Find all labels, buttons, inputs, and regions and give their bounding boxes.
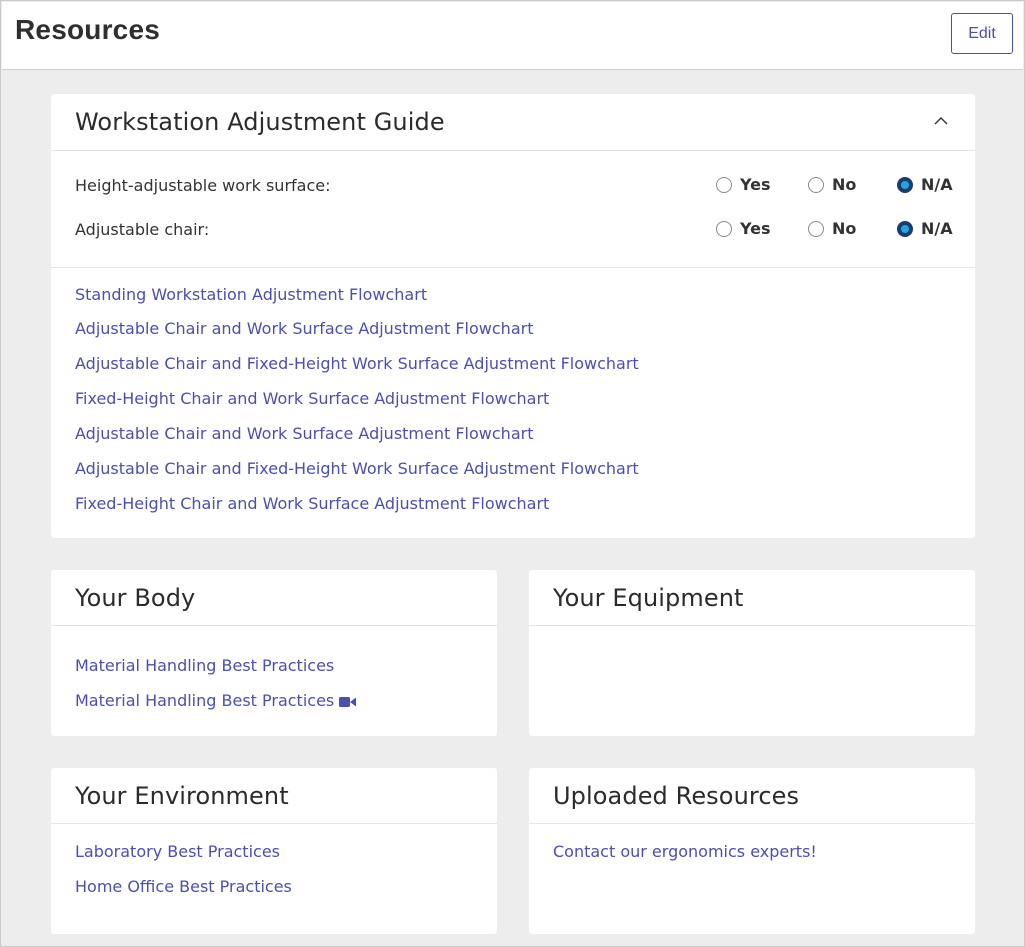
radio-label: Yes bbox=[740, 219, 771, 238]
radio-button[interactable] bbox=[808, 176, 824, 193]
card-divider bbox=[51, 267, 975, 268]
resource-link[interactable]: Home Office Best Practices bbox=[75, 877, 292, 896]
radio-button[interactable] bbox=[716, 220, 732, 237]
workstation-guide-title: Workstation Adjustment Guide bbox=[75, 108, 445, 136]
radio-button-selected[interactable] bbox=[897, 220, 913, 237]
your-body-title: Your Body bbox=[75, 584, 196, 612]
your-environment-title: Your Environment bbox=[75, 782, 289, 810]
your-equipment-title: Your Equipment bbox=[553, 584, 744, 612]
page-header: Resources Edit bbox=[2, 2, 1023, 70]
resource-link[interactable]: Laboratory Best Practices bbox=[75, 842, 280, 861]
flowchart-link[interactable]: Adjustable Chair and Work Surface Adjust… bbox=[75, 424, 533, 443]
uploaded-resources-title: Uploaded Resources bbox=[553, 782, 800, 810]
flowchart-link[interactable]: Adjustable Chair and Fixed-Height Work S… bbox=[75, 459, 639, 478]
radio-label: Yes bbox=[740, 175, 771, 194]
card-divider bbox=[51, 150, 975, 151]
radio-option-chair-na[interactable]: N/A bbox=[897, 219, 953, 238]
radio-label: N/A bbox=[921, 175, 953, 194]
radio-label: N/A bbox=[921, 219, 953, 238]
radio-label: No bbox=[832, 219, 857, 238]
edit-button[interactable]: Edit bbox=[951, 13, 1013, 54]
flowchart-link[interactable]: Adjustable Chair and Work Surface Adjust… bbox=[75, 319, 533, 338]
radio-option-chair-no[interactable]: No bbox=[808, 219, 856, 238]
page-title: Resources bbox=[15, 14, 160, 45]
flowchart-link[interactable]: Fixed-Height Chair and Work Surface Adju… bbox=[75, 389, 549, 408]
flowchart-link[interactable]: Adjustable Chair and Fixed-Height Work S… bbox=[75, 354, 639, 373]
radio-option-chair-yes[interactable]: Yes bbox=[716, 219, 771, 238]
card-divider bbox=[51, 823, 497, 824]
radio-button-selected[interactable] bbox=[897, 176, 913, 193]
flowchart-link[interactable]: Fixed-Height Chair and Work Surface Adju… bbox=[75, 494, 549, 513]
page-frame: Resources Edit Workstation Adjustment Gu… bbox=[0, 0, 1025, 947]
resource-link-label: Material Handling Best Practices bbox=[75, 691, 335, 710]
your-environment-card: Your Environment Laboratory Best Practic… bbox=[51, 768, 497, 934]
radio-label: No bbox=[832, 175, 857, 194]
radio-button[interactable] bbox=[716, 176, 732, 193]
radio-option-surface-yes[interactable]: Yes bbox=[716, 175, 771, 194]
your-body-card: Your Body Material Handling Best Practic… bbox=[51, 570, 497, 736]
radio-button[interactable] bbox=[808, 220, 824, 237]
video-camera-icon bbox=[339, 697, 357, 707]
question-label-adjustable-chair: Adjustable chair: bbox=[75, 220, 210, 239]
chevron-up-icon[interactable] bbox=[934, 114, 948, 128]
uploaded-resources-card: Uploaded Resources Contact our ergonomic… bbox=[529, 768, 975, 934]
radio-option-surface-no[interactable]: No bbox=[808, 175, 856, 194]
resource-link[interactable]: Material Handling Best Practices bbox=[75, 656, 334, 675]
question-label-height-adjustable-surface: Height-adjustable work surface: bbox=[75, 176, 331, 195]
contact-experts-link[interactable]: Contact our ergonomics experts! bbox=[553, 842, 817, 861]
card-divider bbox=[529, 823, 975, 824]
workstation-guide-card: Workstation Adjustment Guide Height-adju… bbox=[51, 94, 975, 538]
card-divider bbox=[529, 625, 975, 626]
card-divider bbox=[51, 625, 497, 626]
flowchart-link[interactable]: Standing Workstation Adjustment Flowchar… bbox=[75, 285, 427, 304]
your-equipment-card: Your Equipment bbox=[529, 570, 975, 736]
radio-option-surface-na[interactable]: N/A bbox=[897, 175, 953, 194]
resource-link-video[interactable]: Material Handling Best Practices bbox=[75, 691, 357, 710]
